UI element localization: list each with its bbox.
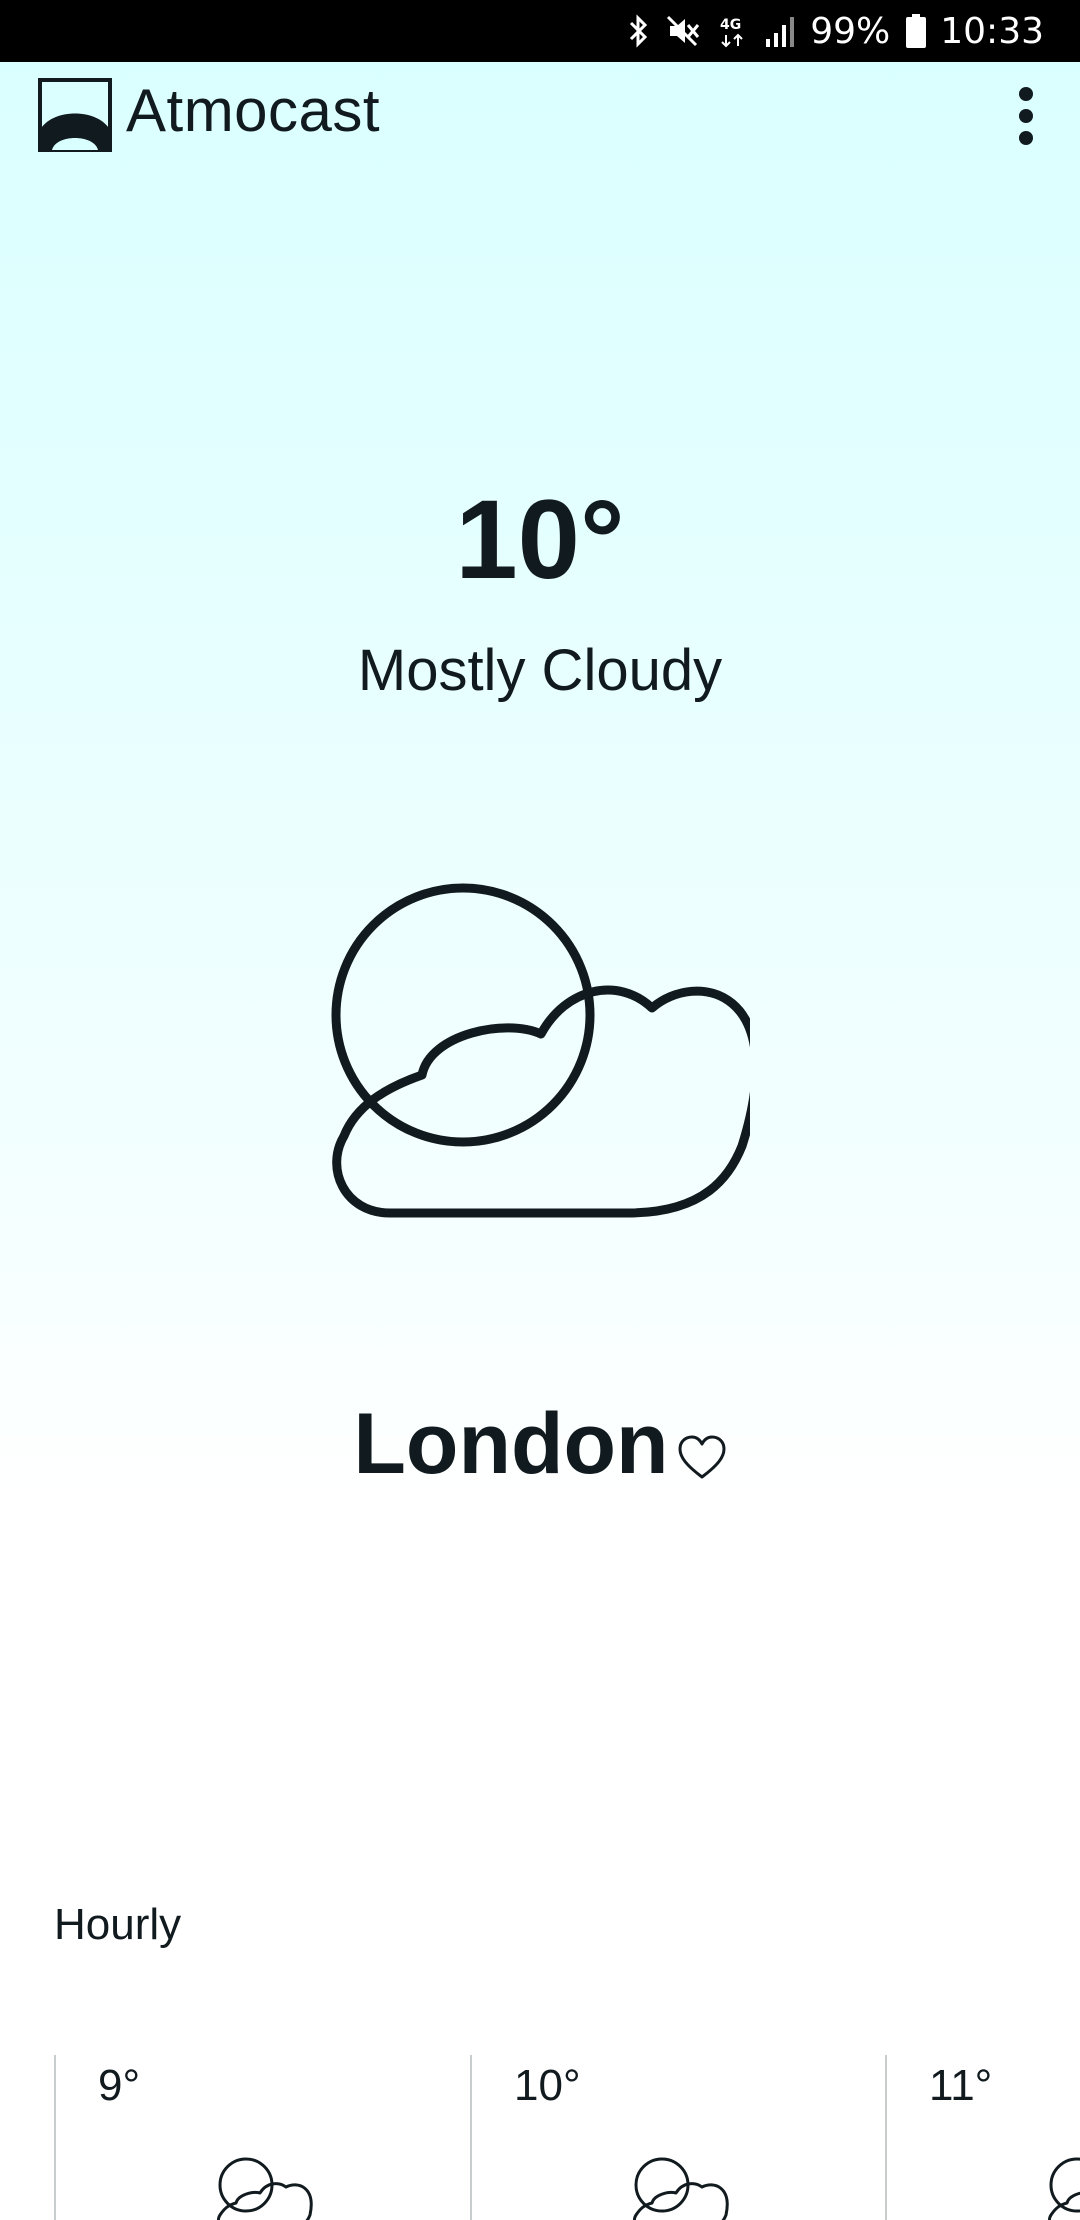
partly-cloudy-icon xyxy=(632,2155,732,2220)
more-vert-icon[interactable] xyxy=(998,80,1054,152)
partly-cloudy-icon xyxy=(330,880,761,1240)
hourly-label: Hourly xyxy=(54,1900,182,1949)
hourly-temperature: 9° xyxy=(98,2061,141,2110)
bluetooth-icon xyxy=(628,13,650,49)
hourly-item[interactable]: 9° xyxy=(54,2055,468,2220)
hourly-item[interactable]: 10° xyxy=(470,2055,884,2220)
sunrise-logo-icon xyxy=(38,78,112,152)
network-type-label: 4G xyxy=(720,17,741,33)
app-title: Atmocast xyxy=(126,77,381,144)
city-name: London xyxy=(353,1396,669,1492)
mute-icon xyxy=(666,13,702,49)
network-type-icon: 4G xyxy=(718,13,748,49)
current-temperature: 10° xyxy=(455,477,625,602)
current-condition: Mostly Cloudy xyxy=(357,638,723,703)
partly-cloudy-icon xyxy=(216,2155,316,2220)
status-bar: 4G 99% 10:33 xyxy=(0,0,1080,62)
battery-percent: 99% xyxy=(810,10,891,52)
battery-icon xyxy=(906,14,927,48)
hourly-list[interactable]: 9° 10° 11° xyxy=(0,2055,1080,2220)
hourly-item[interactable]: 11° xyxy=(885,2055,1080,2220)
partly-cloudy-icon xyxy=(1047,2155,1080,2220)
signal-icon xyxy=(764,13,796,49)
city-row: London xyxy=(0,1395,1080,1494)
hourly-temperature: 11° xyxy=(929,2061,993,2110)
app-bar: Atmocast xyxy=(0,62,1080,166)
status-time: 10:33 xyxy=(940,10,1044,52)
hourly-temperature: 10° xyxy=(514,2061,581,2110)
heart-outline-icon[interactable] xyxy=(677,1403,727,1479)
